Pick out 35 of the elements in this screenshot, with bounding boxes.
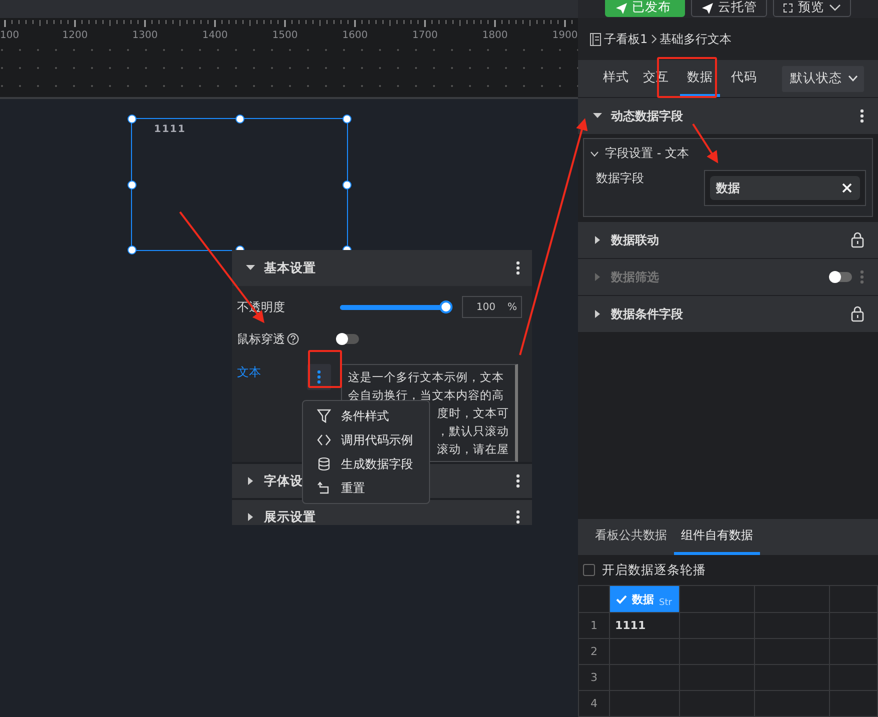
section-title: 展示设置 bbox=[264, 508, 316, 525]
ruler-label: 1200 bbox=[62, 30, 88, 40]
section-title: 动态数据字段 bbox=[611, 108, 684, 124]
row-number: 1 bbox=[578, 612, 610, 638]
section-title: 数据联动 bbox=[611, 232, 660, 248]
ruler-label: 1700 bbox=[412, 30, 438, 40]
field-tag: 数据 bbox=[710, 176, 860, 200]
field-label: 数据字段 bbox=[595, 170, 645, 187]
text-line: 滚动，请在屋 bbox=[437, 442, 509, 456]
checkbox-label: 开启数据逐条轮播 bbox=[602, 562, 706, 578]
column-name: 数据 bbox=[632, 592, 654, 606]
row-number: 3 bbox=[578, 664, 610, 690]
row-number: 4 bbox=[578, 690, 610, 716]
input-value: 100 bbox=[476, 302, 496, 312]
field-label: 鼠标穿透 bbox=[237, 330, 285, 348]
ruler-label: 1600 bbox=[342, 30, 368, 40]
ruler-label: 1900 bbox=[552, 30, 578, 40]
text-line: ，默认只滚动 bbox=[437, 424, 509, 438]
unit-label: % bbox=[507, 302, 517, 312]
ruler-label: 100 bbox=[0, 30, 20, 40]
text-line: 这是一个多行文本示例，文本 bbox=[348, 370, 504, 384]
group-title: 字段设置 - 文本 bbox=[605, 145, 689, 162]
section-title: 数据筛选 bbox=[611, 268, 660, 286]
ruler-label: 1800 bbox=[482, 30, 508, 40]
text-line: 度时，文本可 bbox=[437, 406, 509, 420]
component-text: 1111 bbox=[154, 124, 186, 135]
ruler-label: 1400 bbox=[202, 30, 228, 40]
column-type: Str bbox=[659, 598, 672, 608]
ruler-label: 1500 bbox=[272, 30, 298, 40]
ruler-label: 1300 bbox=[132, 30, 158, 40]
section-title: 字体设 bbox=[264, 472, 303, 490]
field-label: 文本 bbox=[237, 364, 262, 381]
row-number: 2 bbox=[578, 638, 610, 664]
section-title: 数据条件字段 bbox=[611, 306, 684, 322]
section-title: 基本设置 bbox=[264, 260, 316, 276]
